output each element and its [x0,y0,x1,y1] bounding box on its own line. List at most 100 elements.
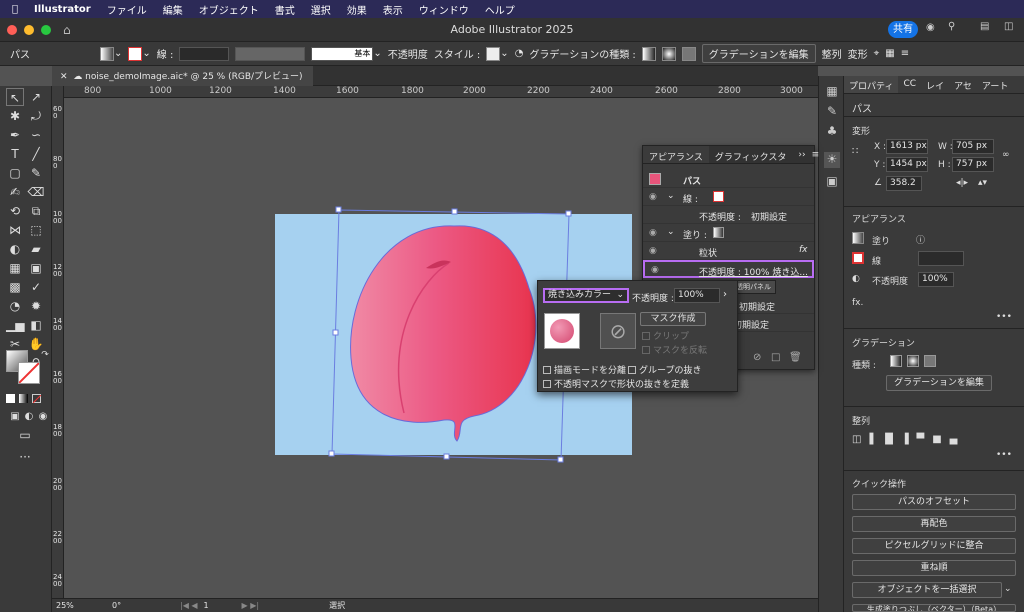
tab-layers[interactable]: レイ [921,76,949,93]
perspective-grid-tool-icon[interactable]: ▦ [6,259,24,277]
constrain-proportions-icon[interactable]: ∞ [1002,150,1010,160]
tab-assets[interactable]: アセ [949,76,977,93]
reference-point-icon[interactable]: ∷ [852,146,858,157]
delete-item-icon[interactable]: 🗑 [789,352,802,363]
menu-lines-icon[interactable]: ≡ [901,48,909,59]
disclosure-icon[interactable]: ⌄ [667,191,675,201]
object-thumbnail[interactable] [544,313,580,349]
pen-tool-icon[interactable]: ✒ [6,126,24,144]
graphic-styles-icon[interactable]: ▣ [824,174,840,190]
magic-wand-tool-icon[interactable]: ✱ [6,107,24,125]
opacity-label[interactable]: 不透明度 [872,274,908,287]
selection-tool-icon[interactable]: ↖ [6,88,24,106]
direct-selection-tool-icon[interactable]: ↗ [27,88,45,106]
curvature-tool-icon[interactable]: ∽ [27,126,45,144]
document-tab[interactable]: ✕ ☁ noise_demoImage.aic* @ 25 % (RGB/プレビ… [52,66,313,86]
info-icon[interactable]: ⓘ [916,233,925,246]
select-similar-button[interactable]: オブジェクトを一括選択 [852,582,1002,598]
opacity-slider-arrow-icon[interactable]: › [723,289,727,300]
close-window-icon[interactable] [7,24,17,35]
edit-gradient-button[interactable]: グラデーションを編集 [886,375,992,391]
handle[interactable] [328,450,335,457]
stroke-label[interactable]: 線 [872,254,881,267]
live-paint-tool-icon[interactable]: ▰ [27,240,45,258]
menu-window[interactable]: ウィンドウ [419,2,469,17]
visibility-eye-icon[interactable]: ◉ [649,246,657,256]
line-tool-icon[interactable]: ╱ [27,145,45,163]
artboard-number[interactable]: 1 [204,601,234,610]
arrange-icon[interactable]: ◫ [1004,21,1013,32]
variable-width-field[interactable] [235,46,306,61]
edit-gradient-button[interactable]: グラデーションを編集 [701,44,816,63]
rotate-tool-icon[interactable]: ⟲ [6,202,24,220]
panel-menu-icon[interactable]: ≡ [806,146,826,163]
blend-tool-icon[interactable]: ◔ [6,297,24,315]
bell-icon[interactable]: ◉ [926,22,935,33]
duplicate-item-icon[interactable]: □ [771,352,780,363]
menu-view[interactable]: 表示 [383,2,403,17]
tab-close-icon[interactable]: ✕ [60,72,68,82]
peach-shape[interactable] [350,225,537,442]
clip-checkbox[interactable]: クリップ [642,329,689,342]
menu-help[interactable]: ヘルプ [485,2,515,17]
fill-swatch[interactable]: ⌄ [100,46,122,61]
rectangle-tool-icon[interactable]: ▢ [6,164,24,182]
h-field[interactable]: 757 px [952,157,994,172]
handle[interactable] [443,453,450,460]
radial-gradient-icon[interactable] [907,355,919,367]
menu-object[interactable]: オブジェクト [199,2,259,17]
blend-mode-select[interactable]: 焼き込みカラー ⌄ [543,288,629,303]
appearance-panel-icon[interactable]: ☀ [824,152,840,168]
x-field[interactable]: 1613 px [886,139,928,154]
handle[interactable] [332,329,339,336]
type-tool-icon[interactable]: T [6,145,24,163]
make-mask-button[interactable]: マスク作成 [640,312,706,326]
symbols-icon[interactable]: ♣ [824,124,840,140]
tab-artboards[interactable]: アート [977,76,1013,93]
invert-mask-checkbox[interactable]: マスクを反転 [642,343,707,356]
gradient-tool-icon[interactable]: ▣ [27,259,45,277]
visibility-eye-icon[interactable]: ◉ [649,192,657,202]
opacity-label[interactable]: 不透明度 [388,46,428,61]
disclosure-icon[interactable]: ⌄ [667,227,675,237]
tab-cc[interactable]: CC [898,76,921,93]
more-options-icon[interactable]: ••• [996,312,1012,322]
mask-thumbnail-icon[interactable]: ⊘ [600,313,636,349]
color-mode-icon[interactable] [6,394,15,403]
appearance-row-fill-opacity[interactable]: ◉ 不透明度 : 100% 焼き込... [643,260,814,278]
more-tools-icon[interactable]: ··· [16,448,34,466]
y-field[interactable]: 1454 px [886,157,928,172]
appearance-row-grain[interactable]: ◉ 粒状 fx [643,242,814,260]
stroke-swatch[interactable]: ⌄ [128,46,151,61]
menu-effect[interactable]: 効果 [347,2,367,17]
handle[interactable] [557,456,564,463]
tab-appearance[interactable]: アピアランス [643,146,709,163]
menu-app[interactable]: Illustrator [34,4,91,15]
artboard-tool-icon[interactable]: ◧ [27,316,45,334]
brushes-icon[interactable]: ✎ [824,104,840,120]
collapse-icon[interactable]: ›› [792,146,805,163]
opacity-field[interactable]: 100% [918,272,954,287]
stroke-weight-field[interactable] [918,251,964,266]
stroke-none-swatch[interactable] [713,191,724,202]
zoom-window-icon[interactable] [41,24,51,35]
search-icon[interactable]: ⚲ [948,21,955,32]
libraries-icon[interactable]: ▦ [824,84,840,100]
none-mode-icon[interactable] [32,394,42,404]
menu-edit[interactable]: 編集 [163,2,183,17]
transform-icon[interactable]: ⌖ [874,48,880,59]
mesh-tool-icon[interactable]: ▩ [6,278,24,296]
select-similar-dropdown-icon[interactable]: ⌄ [1004,584,1012,594]
linear-gradient-icon[interactable] [890,355,902,367]
width-tool-icon[interactable]: ⋈ [6,221,24,239]
minimize-window-icon[interactable] [24,24,34,35]
symbol-sprayer-tool-icon[interactable]: ✹ [27,297,45,315]
paintbrush-tool-icon[interactable]: ✎ [27,164,45,182]
fx-icon[interactable]: fx. [852,298,863,308]
recolor-icon[interactable]: ◔ [515,48,524,59]
opacity-mask-knockout-checkbox[interactable]: 不透明マスクで形状の抜きを定義 [543,377,689,390]
appearance-row-path[interactable]: パス [643,170,814,188]
eraser-tool-icon[interactable]: ⌫ [27,183,45,201]
apple-icon[interactable]:  [12,4,18,15]
clear-appearance-icon[interactable]: ⊘ [753,352,761,363]
